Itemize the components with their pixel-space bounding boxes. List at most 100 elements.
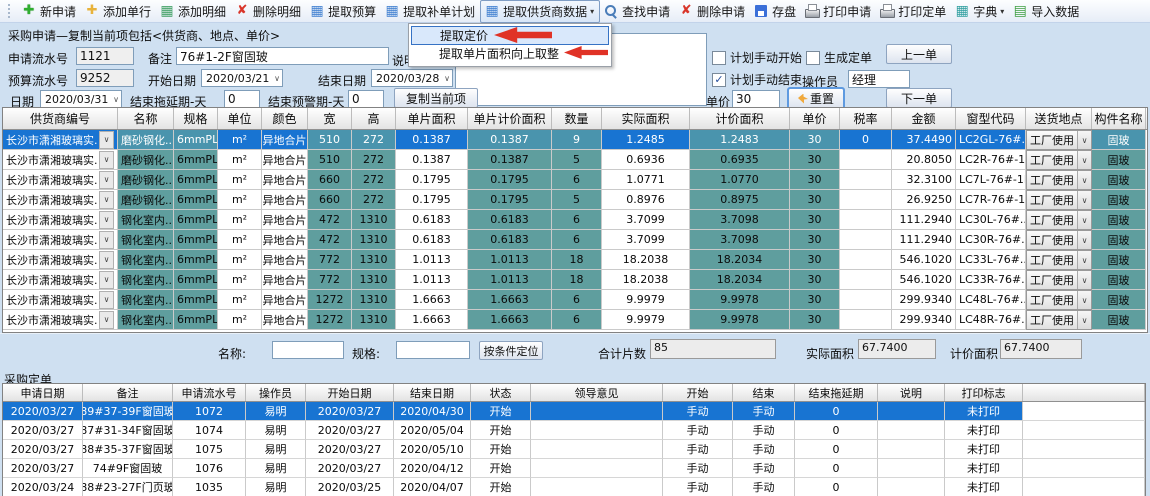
apply-serial-input[interactable] bbox=[76, 47, 134, 65]
remark-input[interactable] bbox=[176, 47, 389, 65]
table-row[interactable]: 2020/03/2774#9F窗固玻1076易明2020/03/272020/0… bbox=[3, 459, 1145, 478]
cell-delivery[interactable]: 工厂使用∨ bbox=[1026, 290, 1092, 310]
column-header-blank[interactable] bbox=[1023, 384, 1145, 401]
cell-supplier[interactable]: 长沙市潇湘玻璃实...∨ bbox=[3, 210, 118, 230]
toolbar-button-extract-supplement-plan[interactable]: 提取补单计划 bbox=[381, 1, 480, 22]
column-header-height[interactable]: 高 bbox=[352, 108, 396, 129]
column-header-print_flag[interactable]: 打印标志 bbox=[945, 384, 1023, 401]
chevron-down-icon[interactable]: ∨ bbox=[99, 191, 114, 209]
locate-by-condition-button[interactable]: 按条件定位 bbox=[479, 341, 543, 360]
table-row[interactable]: 长沙市潇湘玻璃实...∨钢化室内...6mmPLE...m²异地合片472131… bbox=[3, 210, 1147, 230]
generate-order-checkbox[interactable]: 生成定单 bbox=[806, 49, 872, 66]
column-header-price_area[interactable]: 计价面积 bbox=[690, 108, 790, 129]
cell-supplier[interactable]: 长沙市潇湘玻璃实...∨ bbox=[3, 310, 118, 330]
cell-delivery[interactable]: 工厂使用∨ bbox=[1026, 230, 1092, 250]
cell-delivery[interactable]: 工厂使用∨ bbox=[1026, 270, 1092, 290]
cell-delivery[interactable]: 工厂使用∨ bbox=[1026, 210, 1092, 230]
toolbar-button-add-row[interactable]: 添加单行 bbox=[81, 1, 156, 22]
column-header-note[interactable]: 说明 bbox=[878, 384, 945, 401]
cell-delivery[interactable]: 工厂使用∨ bbox=[1026, 150, 1092, 170]
chevron-down-icon[interactable]: ∨ bbox=[99, 271, 114, 289]
column-header-unit_price[interactable]: 单价 bbox=[790, 108, 840, 129]
chevron-down-icon[interactable]: ∨ bbox=[99, 131, 114, 149]
toolbar-button-new-request[interactable]: 新申请 bbox=[18, 1, 81, 22]
toolbar-button-dictionary[interactable]: 字典▾ bbox=[951, 1, 1009, 22]
table-row[interactable]: 长沙市潇湘玻璃实...∨磨砂钢化...6mmPLE...m²异地合片510272… bbox=[3, 130, 1147, 150]
column-header-tax_rate[interactable]: 税率 bbox=[840, 108, 892, 129]
end-warning-input[interactable] bbox=[348, 90, 384, 108]
cell-supplier[interactable]: 长沙市潇湘玻璃实...∨ bbox=[3, 270, 118, 290]
cell-supplier[interactable]: 长沙市潇湘玻璃实...∨ bbox=[3, 130, 118, 150]
column-header-actual_area[interactable]: 实际面积 bbox=[602, 108, 690, 129]
column-header-apply_date[interactable]: 申请日期 bbox=[3, 384, 83, 401]
toolbar-button-save[interactable]: 存盘 bbox=[750, 1, 801, 22]
cell-supplier[interactable]: 长沙市潇湘玻璃实...∨ bbox=[3, 230, 118, 250]
spec-filter-input[interactable] bbox=[396, 341, 470, 359]
table-row[interactable]: 2020/03/2789#37-39F窗固玻1072易明2020/03/2720… bbox=[3, 402, 1145, 421]
unit-price-input[interactable] bbox=[732, 90, 780, 108]
chevron-down-icon[interactable]: ∨ bbox=[99, 231, 114, 249]
column-header-color[interactable]: 颜色 bbox=[262, 108, 308, 129]
reset-button[interactable]: 重置 bbox=[788, 88, 844, 109]
toolbar-button-search-request[interactable]: 查找申请 bbox=[600, 1, 675, 22]
next-order-button[interactable]: 下一单 bbox=[886, 88, 952, 108]
column-header-end[interactable]: 结束 bbox=[733, 384, 795, 401]
end-date-combo[interactable]: 2020/03/28∨ bbox=[371, 69, 453, 87]
column-header-delivery[interactable]: 送货地点 bbox=[1026, 108, 1092, 129]
column-header-supplier[interactable]: 供货商编号 bbox=[3, 108, 118, 129]
column-header-status[interactable]: 状态 bbox=[471, 384, 531, 401]
chevron-down-icon[interactable]: ∨ bbox=[99, 291, 114, 309]
column-header-spec[interactable]: 规格 bbox=[174, 108, 218, 129]
column-header-width[interactable]: 宽 bbox=[308, 108, 352, 129]
cell-delivery[interactable]: 工厂使用∨ bbox=[1026, 310, 1092, 330]
toolbar-button-extract-budget[interactable]: 提取预算 bbox=[306, 1, 381, 22]
table-row[interactable]: 长沙市潇湘玻璃实...∨钢化室内...6mmPLE...m²异地合片772131… bbox=[3, 270, 1147, 290]
table-row[interactable]: 长沙市潇湘玻璃实...∨钢化室内...6mmPLE...m²异地合片127213… bbox=[3, 310, 1147, 330]
column-header-window_code[interactable]: 窗型代码 bbox=[956, 108, 1026, 129]
toolbar-button-delete-request[interactable]: 删除申请 bbox=[675, 1, 750, 22]
toolbar-button-delete-detail[interactable]: 删除明细 bbox=[231, 1, 306, 22]
cell-supplier[interactable]: 长沙市潇湘玻璃实...∨ bbox=[3, 190, 118, 210]
manual-start-checkbox[interactable]: 计划手动开始 bbox=[712, 49, 802, 66]
table-row[interactable]: 长沙市潇湘玻璃实...∨磨砂钢化...6mmPLE...m²异地合片660272… bbox=[3, 190, 1147, 210]
date-combo[interactable]: 2020/03/31∨ bbox=[40, 90, 122, 108]
column-header-piece_area[interactable]: 单片面积 bbox=[396, 108, 468, 129]
column-header-unit[interactable]: 单位 bbox=[218, 108, 262, 129]
chevron-down-icon[interactable]: ∨ bbox=[99, 171, 114, 189]
column-header-component[interactable]: 构件名称 bbox=[1092, 108, 1146, 129]
table-row[interactable]: 2020/03/2787#31-34F窗固玻1074易明2020/03/2720… bbox=[3, 421, 1145, 440]
toolbar-button-add-detail[interactable]: 添加明细 bbox=[156, 1, 231, 22]
table-row[interactable]: 2020/03/2788#35-37F窗固玻1075易明2020/03/2720… bbox=[3, 440, 1145, 459]
column-header-amount[interactable]: 金额 bbox=[892, 108, 956, 129]
end-delay-input[interactable] bbox=[224, 90, 260, 108]
table-row[interactable]: 2020/03/2488#23-27F门页玻1035易明2020/03/2520… bbox=[3, 478, 1145, 496]
column-header-remark[interactable]: 备注 bbox=[83, 384, 173, 401]
table-row[interactable]: 长沙市潇湘玻璃实...∨磨砂钢化...6mmPLE...m²异地合片660272… bbox=[3, 170, 1147, 190]
column-header-start[interactable]: 开始 bbox=[663, 384, 733, 401]
column-header-name[interactable]: 名称 bbox=[118, 108, 174, 129]
column-header-piece_price_area[interactable]: 单片计价面积 bbox=[468, 108, 552, 129]
cell-supplier[interactable]: 长沙市潇湘玻璃实...∨ bbox=[3, 170, 118, 190]
column-header-qty[interactable]: 数量 bbox=[552, 108, 602, 129]
column-header-end_date[interactable]: 结束日期 bbox=[394, 384, 471, 401]
toolbar-button-extract-supplier-data[interactable]: 提取供货商数据▾ bbox=[480, 0, 600, 23]
chevron-down-icon[interactable]: ∨ bbox=[99, 251, 114, 269]
chevron-down-icon[interactable]: ∨ bbox=[99, 151, 114, 169]
chevron-down-icon[interactable]: ∨ bbox=[99, 311, 114, 329]
column-header-leader_opinion[interactable]: 领导意见 bbox=[531, 384, 663, 401]
column-header-apply_serial[interactable]: 申请流水号 bbox=[173, 384, 246, 401]
previous-order-button[interactable]: 上一单 bbox=[886, 44, 952, 64]
chevron-down-icon[interactable]: ∨ bbox=[99, 211, 114, 229]
toolbar-button-print-request[interactable]: 打印申请 bbox=[801, 1, 876, 22]
operator-input[interactable] bbox=[848, 70, 910, 88]
table-row[interactable]: 长沙市潇湘玻璃实...∨磨砂钢化...6mmPLE...m²异地合片510272… bbox=[3, 150, 1147, 170]
cell-supplier[interactable]: 长沙市潇湘玻璃实...∨ bbox=[3, 250, 118, 270]
table-row[interactable]: 长沙市潇湘玻璃实...∨钢化室内...6mmPLE...m²异地合片772131… bbox=[3, 250, 1147, 270]
manual-end-checkbox[interactable]: 计划手动结束 bbox=[712, 71, 802, 88]
toolbar-button-import-data[interactable]: 导入数据 bbox=[1009, 1, 1084, 22]
cell-delivery[interactable]: 工厂使用∨ bbox=[1026, 170, 1092, 190]
cell-delivery[interactable]: 工厂使用∨ bbox=[1026, 190, 1092, 210]
cell-supplier[interactable]: 长沙市潇湘玻璃实...∨ bbox=[3, 150, 118, 170]
name-filter-input[interactable] bbox=[272, 341, 344, 359]
column-header-operator[interactable]: 操作员 bbox=[246, 384, 306, 401]
